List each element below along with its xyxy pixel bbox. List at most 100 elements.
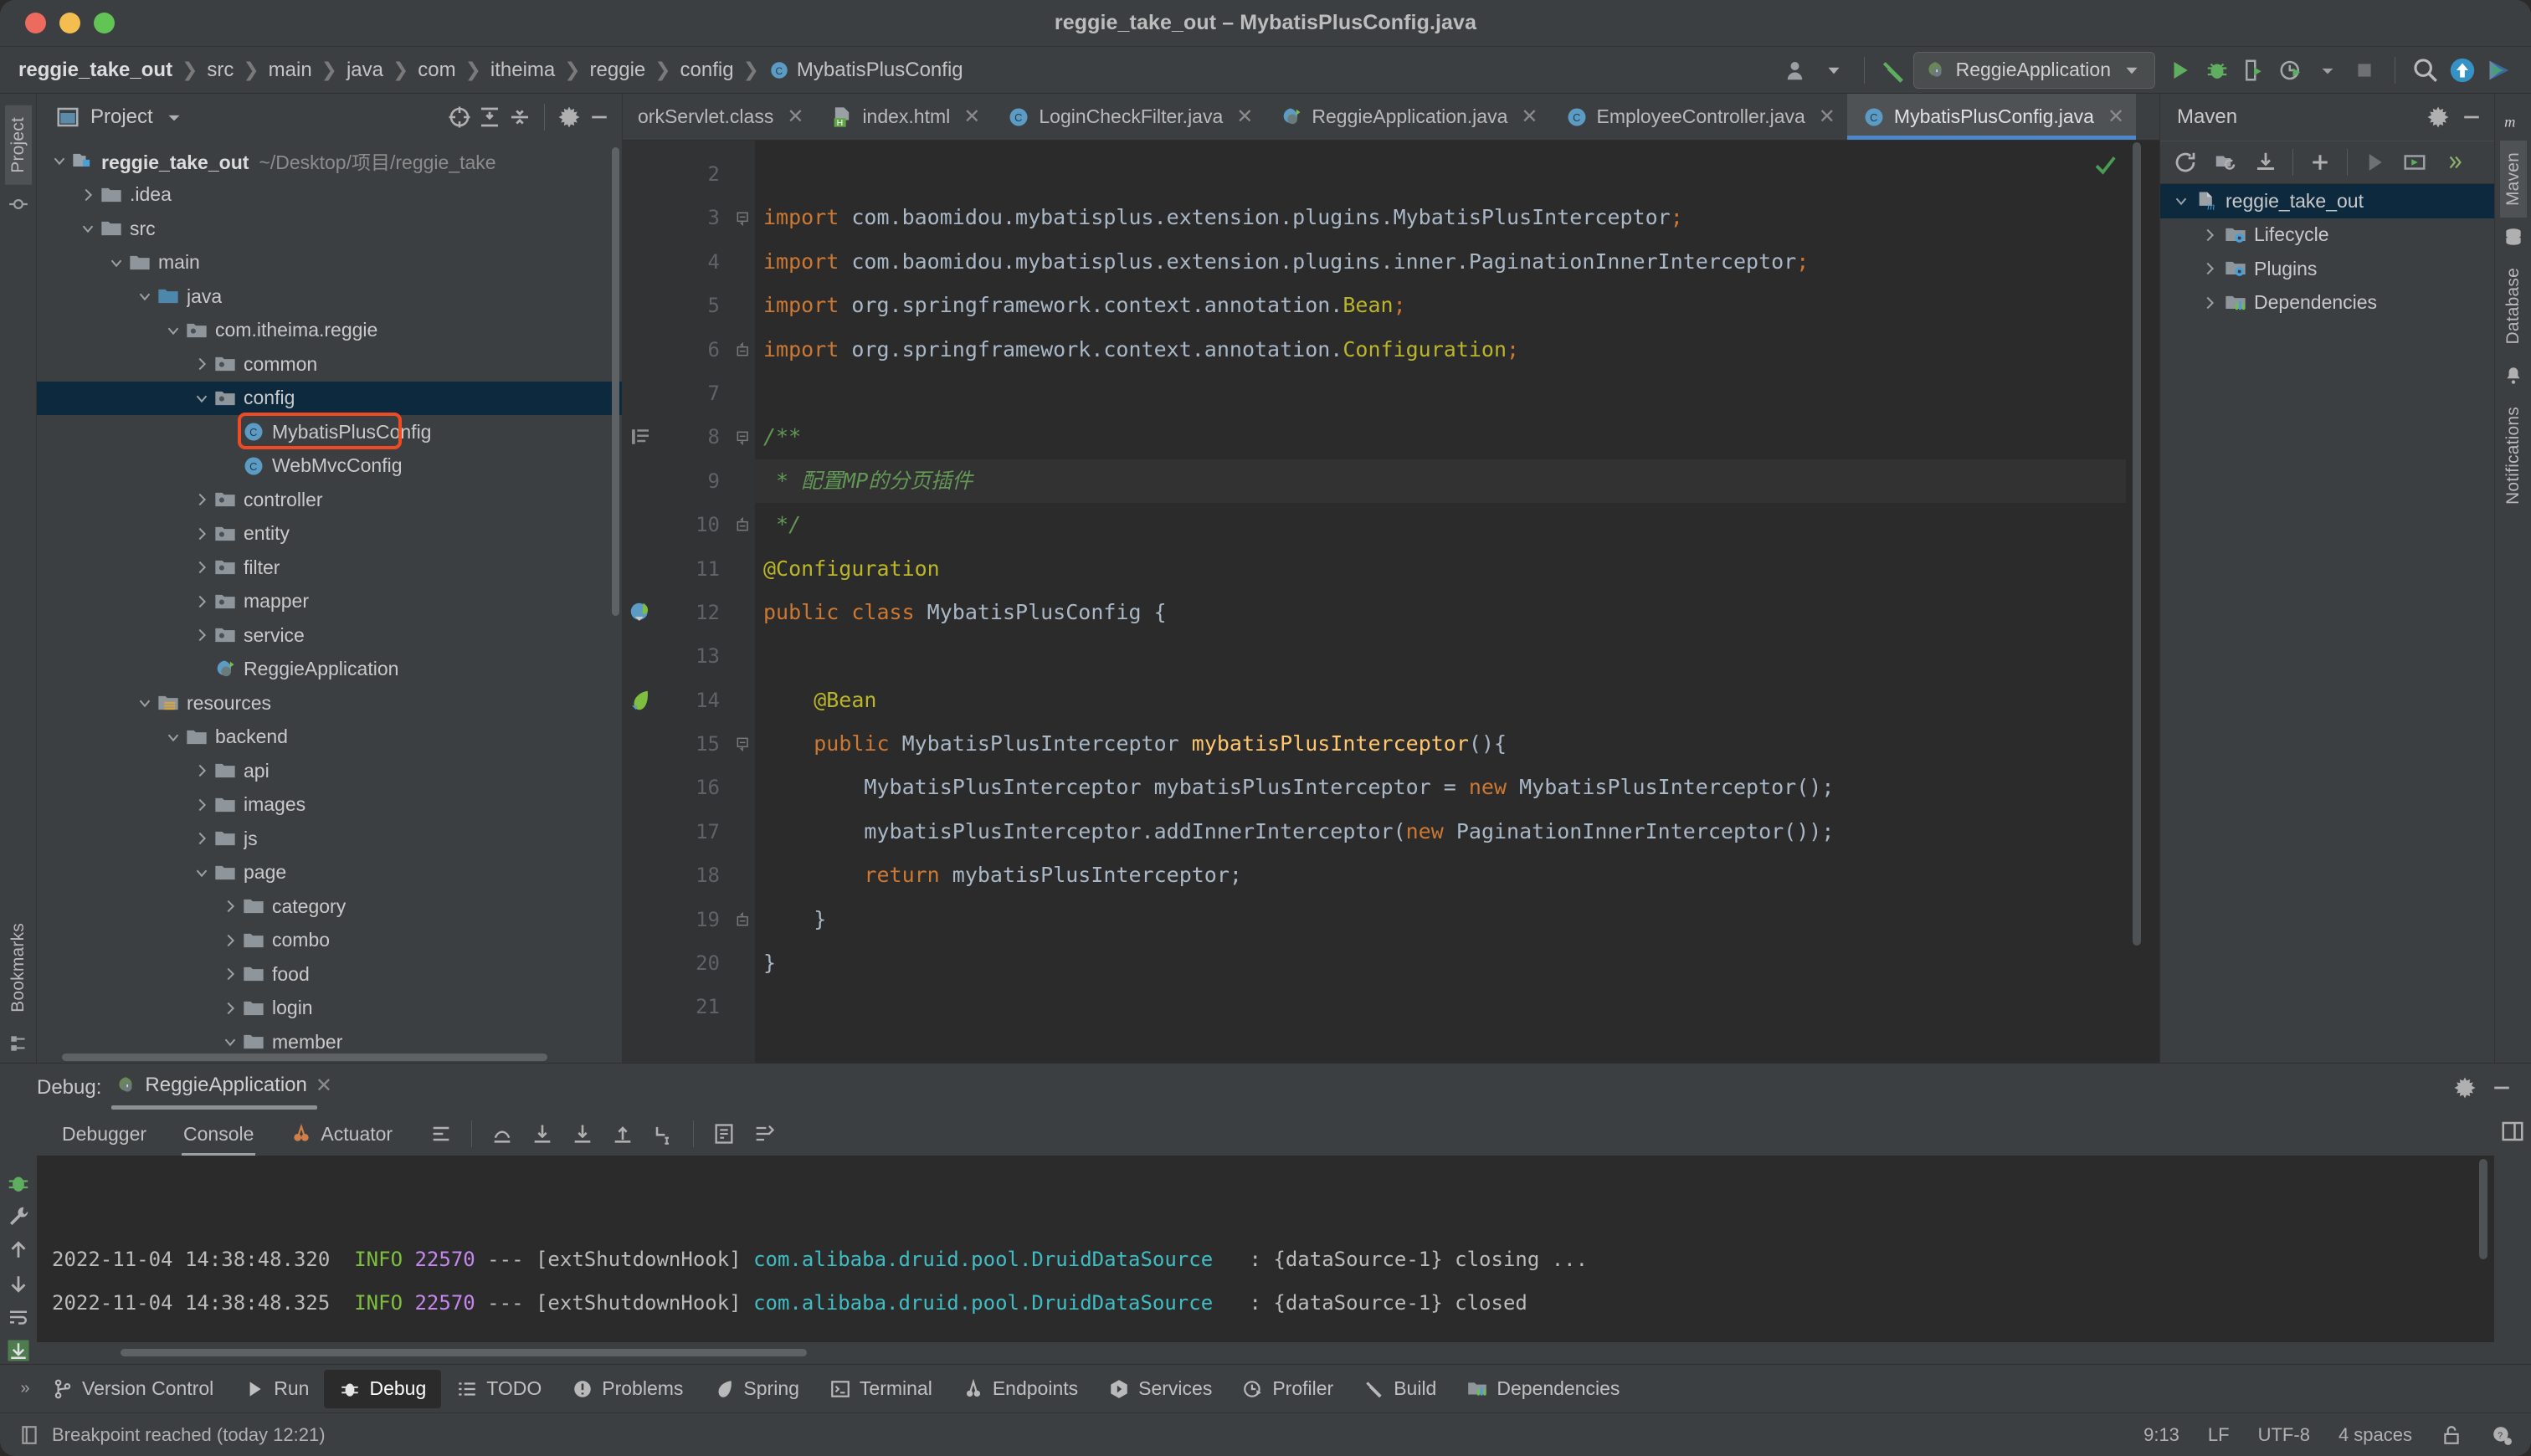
line-number[interactable]: 16	[623, 766, 732, 809]
tree-node-category[interactable]: category	[37, 889, 622, 924]
account-icon[interactable]	[1779, 52, 1815, 89]
run-icon[interactable]	[2162, 52, 2199, 89]
tool-window-button-build[interactable]: Build	[1348, 1370, 1451, 1408]
code-fold-toggle[interactable]	[732, 328, 755, 372]
line-number[interactable]: 2	[623, 152, 732, 196]
chevron-right-icon[interactable]	[191, 490, 213, 509]
tree-node-java[interactable]: java	[37, 279, 622, 314]
ide-help-icon[interactable]: ?	[2491, 1424, 2513, 1446]
tree-node-com-itheima-reggie[interactable]: com.itheima.reggie	[37, 314, 622, 348]
indent-setting[interactable]: 4 spaces	[2338, 1424, 2412, 1446]
stop-icon[interactable]	[2346, 52, 2383, 89]
debug-tab-debugger[interactable]: Debugger	[44, 1112, 165, 1156]
maven-node-reggie-take-out[interactable]: mreggie_take_out	[2160, 184, 2494, 218]
tool-window-tab-database[interactable]: Database	[2500, 256, 2527, 356]
breadcrumb-item-java[interactable]: java	[347, 59, 383, 82]
project-file-tree[interactable]: reggie_take_out~/Desktop/项目/reggie_take.…	[37, 141, 622, 1051]
tree-node-combo[interactable]: combo	[37, 924, 622, 958]
breadcrumb-item-itheima[interactable]: itheima	[490, 59, 555, 82]
chevron-right-icon[interactable]	[219, 931, 241, 950]
tree-node-login[interactable]: login	[37, 992, 622, 1026]
code-line[interactable]: import com.baomidou.mybatisplus.extensio…	[755, 196, 2126, 239]
tree-node-reggie-take-out[interactable]: reggie_take_out~/Desktop/项目/reggie_take	[37, 144, 622, 178]
line-number[interactable]: 10	[623, 503, 732, 546]
breadcrumb-item-com[interactable]: com	[418, 59, 455, 82]
tool-window-button-problems[interactable]: Problems	[557, 1370, 698, 1408]
tool-window-button-spring[interactable]: Spring	[698, 1370, 814, 1408]
debug-icon[interactable]	[2199, 52, 2236, 89]
download-sources-icon[interactable]	[2247, 144, 2284, 181]
close-icon[interactable]: ✕	[963, 105, 980, 129]
project-tree-hscrollbar[interactable]	[37, 1051, 622, 1063]
breadcrumb-item-src[interactable]: src	[207, 59, 234, 82]
line-number[interactable]: 20	[623, 941, 732, 985]
plus-icon[interactable]	[2302, 144, 2338, 181]
target-icon[interactable]	[447, 105, 472, 130]
editor-tab-orkservlet-class[interactable]: orkServlet.class✕	[623, 94, 815, 140]
commit-icon[interactable]	[8, 193, 29, 215]
line-number[interactable]: 12	[623, 591, 732, 634]
close-icon[interactable]: ✕	[316, 1074, 332, 1098]
debug-tab-console[interactable]: Console	[165, 1112, 272, 1156]
breadcrumb-item-config[interactable]: config	[680, 59, 734, 82]
editor-tab-index-html[interactable]: Hindex.html✕	[815, 94, 992, 140]
line-number[interactable]: 4	[623, 240, 732, 284]
line-number[interactable]: 5	[623, 284, 732, 327]
chevron-down-icon[interactable]	[1815, 52, 1852, 89]
chevron-down-icon[interactable]	[219, 1033, 241, 1051]
profiler-icon[interactable]	[2272, 52, 2309, 89]
tree-node-food[interactable]: food	[37, 957, 622, 992]
editor-tab-mybatisplusconfig-java[interactable]: CMybatisPlusConfig.java✕	[1847, 94, 2136, 140]
code-line[interactable]: /**	[755, 415, 2126, 459]
step-into-icon[interactable]	[524, 1115, 561, 1152]
chevron-right-icon[interactable]	[191, 525, 213, 543]
code-line[interactable]: import com.baomidou.mybatisplus.extensio…	[755, 240, 2126, 284]
code-text[interactable]: import com.baomidou.mybatisplus.extensio…	[755, 141, 2126, 1063]
spring-bean-icon[interactable]	[628, 600, 653, 625]
editor-tab-employeecontroller-java[interactable]: CEmployeeController.java✕	[1550, 94, 1847, 140]
line-number[interactable]: 3	[623, 196, 732, 239]
tool-window-button-endpoints[interactable]: Endpoints	[947, 1370, 1093, 1408]
code-fold-toggle[interactable]	[732, 415, 755, 459]
chevron-right-icon[interactable]	[191, 796, 213, 814]
line-number[interactable]: 13	[623, 634, 732, 678]
chevron-right-icon[interactable]	[191, 592, 213, 611]
minimize-icon[interactable]	[2489, 1075, 2514, 1100]
maven-node-plugins[interactable]: Plugins	[2160, 252, 2494, 286]
tree-node-mybatisplusconfig[interactable]: CMybatisPlusConfig	[37, 415, 622, 449]
expand-tool-windows-icon[interactable]: »	[7, 1379, 44, 1398]
soft-wrap-icon[interactable]	[6, 1305, 31, 1330]
console-output[interactable]: 2022-11-04 14:38:48.320 INFO 22570 --- […	[37, 1156, 2494, 1342]
code-line[interactable]	[755, 985, 2126, 1028]
chevron-right-icon[interactable]	[219, 965, 241, 983]
editor-scrollbar[interactable]	[2126, 141, 2159, 1063]
line-number[interactable]: 14	[623, 679, 732, 722]
line-number[interactable]: 18	[623, 854, 732, 897]
chevron-right-icon[interactable]	[219, 999, 241, 1018]
breadcrumb-item-reggie[interactable]: reggie	[590, 59, 646, 82]
expand-more-icon[interactable]	[2436, 144, 2473, 181]
force-step-into-icon[interactable]	[564, 1115, 601, 1152]
maven-node-dependencies[interactable]: Dependencies	[2160, 286, 2494, 320]
step-over-icon[interactable]	[484, 1115, 521, 1152]
tree-node-images[interactable]: images	[37, 788, 622, 823]
code-line[interactable]: }	[755, 898, 2126, 941]
tree-node-main[interactable]: main	[37, 246, 622, 280]
chevron-down-icon[interactable]	[162, 728, 184, 746]
caret-position[interactable]: 9:13	[2143, 1424, 2179, 1446]
tree-node-js[interactable]: js	[37, 822, 622, 856]
code-line[interactable]: @Configuration	[755, 547, 2126, 591]
code-line[interactable]: * 配置MP的分页插件	[755, 459, 2126, 503]
line-separator[interactable]: LF	[2208, 1424, 2230, 1446]
tool-window-tab-project[interactable]: Project	[5, 105, 32, 185]
editor-tab-logincheckfilter-java[interactable]: CLoginCheckFilter.java✕	[992, 94, 1265, 140]
chevron-down-icon[interactable]	[105, 254, 127, 272]
run-to-cursor-icon[interactable]	[644, 1115, 681, 1152]
close-icon[interactable]: ✕	[2107, 105, 2124, 129]
chevron-down-icon[interactable]	[134, 287, 156, 305]
chevron-down-icon[interactable]	[49, 151, 70, 170]
tree-node-reggieapplication[interactable]: ReggieApplication	[37, 653, 622, 687]
code-line[interactable]: @Bean	[755, 679, 2126, 722]
structure-icon[interactable]	[8, 1033, 29, 1054]
execute-goal-icon[interactable]	[2396, 144, 2433, 181]
